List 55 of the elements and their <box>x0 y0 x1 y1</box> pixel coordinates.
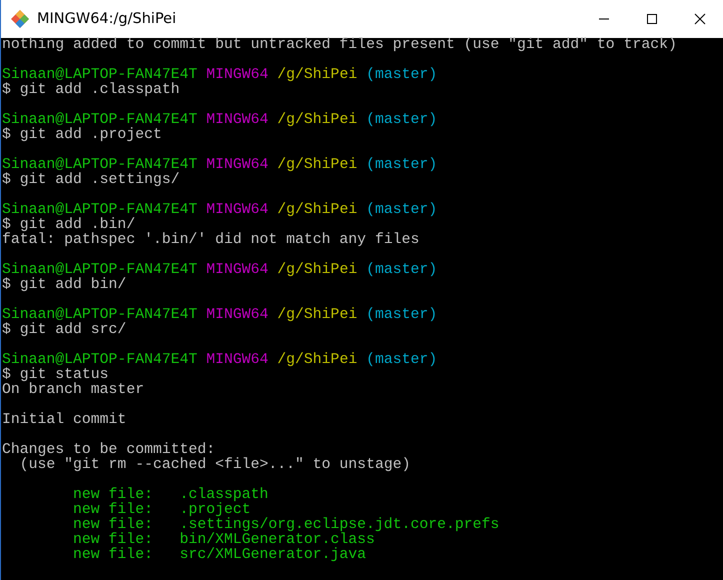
prompt-shell: MINGW64 <box>206 353 268 368</box>
command-line: $ git add .project <box>2 128 162 143</box>
status-label: new file: <box>73 488 154 503</box>
diamond-logo-icon <box>11 10 29 28</box>
prompt-user-host: Sinaan@LAPTOP-FAN47E4T <box>2 308 198 323</box>
prompt-shell: MINGW64 <box>206 308 268 323</box>
prompt-branch: (master) <box>366 113 438 128</box>
prompt-user-host: Sinaan@LAPTOP-FAN47E4T <box>2 353 198 368</box>
close-icon <box>694 13 706 25</box>
prompt-branch: (master) <box>366 68 438 83</box>
output-line: nothing added to commit but untracked files present (use "git add" to track) <box>2 38 677 53</box>
prompt-path: /g/ShiPei <box>277 353 358 368</box>
prompt-path: /g/ShiPei <box>277 113 358 128</box>
command-line: $ git add src/ <box>2 323 126 338</box>
file-path: .classpath <box>180 488 268 503</box>
prompt-branch: (master) <box>366 263 438 278</box>
prompt-user-host: Sinaan@LAPTOP-FAN47E4T <box>2 113 198 128</box>
prompt-path: /g/ShiPei <box>277 68 358 83</box>
output-line: Initial commit <box>2 413 126 428</box>
prompt-shell: MINGW64 <box>206 263 268 278</box>
command-line: $ git add bin/ <box>2 278 126 293</box>
command-line: $ git add .bin/ <box>2 218 136 233</box>
prompt-path: /g/ShiPei <box>277 308 358 323</box>
command-line: $ git add .settings/ <box>2 173 180 188</box>
prompt-branch: (master) <box>366 158 438 173</box>
maximize-icon <box>646 13 658 25</box>
prompt-user-host: Sinaan@LAPTOP-FAN47E4T <box>2 203 198 218</box>
window-title: MINGW64:/g/ShiPei <box>37 11 178 27</box>
prompt-user-host: Sinaan@LAPTOP-FAN47E4T <box>2 68 198 83</box>
prompt-shell: MINGW64 <box>206 203 268 218</box>
prompt-user-host: Sinaan@LAPTOP-FAN47E4T <box>2 158 198 173</box>
output-line: On branch master <box>2 383 144 398</box>
output-line: (use "git rm --cached <file>..." to unstage) <box>18 458 410 473</box>
file-path: bin/XMLGenerator.class <box>180 533 375 548</box>
command-line: $ git status <box>2 368 109 383</box>
output-line: Changes to be committed: <box>2 443 216 458</box>
prompt-shell: MINGW64 <box>206 158 268 173</box>
prompt-shell: MINGW64 <box>206 68 268 83</box>
file-path: .settings/org.eclipse.jdt.core.prefs <box>180 518 500 533</box>
prompt-path: /g/ShiPei <box>277 158 358 173</box>
command-line: $ git add .classpath <box>2 83 180 98</box>
status-label: new file: <box>73 503 154 518</box>
file-path: .project <box>180 503 251 518</box>
output-line: fatal: pathspec '.bin/' did not match any files <box>2 233 420 248</box>
prompt-branch: (master) <box>366 308 438 323</box>
file-path: src/XMLGenerator.java <box>180 548 366 563</box>
prompt-branch: (master) <box>366 203 438 218</box>
prompt-shell: MINGW64 <box>206 113 268 128</box>
status-label: new file: <box>73 518 154 533</box>
status-label: new file: <box>73 533 154 548</box>
prompt-path: /g/ShiPei <box>277 203 358 218</box>
prompt-user-host: Sinaan@LAPTOP-FAN47E4T <box>2 263 198 278</box>
status-label: new file: <box>73 548 154 563</box>
prompt-branch: (master) <box>366 353 438 368</box>
prompt-path: /g/ShiPei <box>277 263 358 278</box>
